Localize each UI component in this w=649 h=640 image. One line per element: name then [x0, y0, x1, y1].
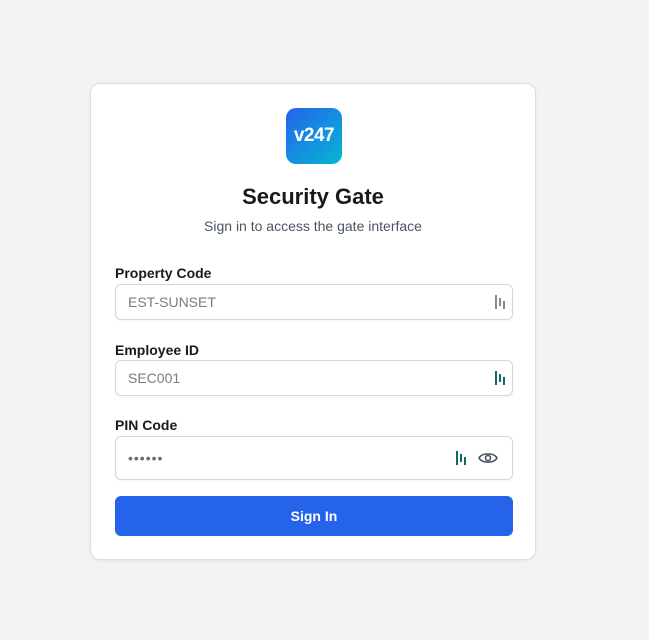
employee-id-label: Employee ID: [115, 342, 200, 358]
employee-id-field[interactable]: [115, 360, 513, 396]
employee-id-input[interactable]: [128, 361, 428, 395]
property-code-label: Property Code: [115, 265, 212, 281]
property-code-input[interactable]: [128, 285, 428, 319]
eye-icon[interactable]: [478, 451, 498, 465]
password-manager-icon[interactable]: [456, 451, 468, 465]
page-title: Security Gate: [242, 184, 384, 209]
property-code-field[interactable]: [115, 284, 513, 320]
page-subtitle: Sign in to access the gate interface: [204, 218, 422, 234]
pin-code-label: PIN Code: [115, 417, 178, 433]
app-logo: v247: [286, 108, 342, 164]
sign-in-button[interactable]: Sign In: [115, 496, 513, 536]
password-manager-icon[interactable]: [495, 295, 507, 309]
pin-code-field[interactable]: ••••••: [115, 436, 513, 480]
pin-code-input[interactable]: ••••••: [128, 450, 163, 466]
logo-text: v247: [293, 125, 335, 146]
login-card: v247 Security Gate Sign in to access the…: [90, 83, 536, 560]
password-manager-icon[interactable]: [495, 371, 507, 385]
